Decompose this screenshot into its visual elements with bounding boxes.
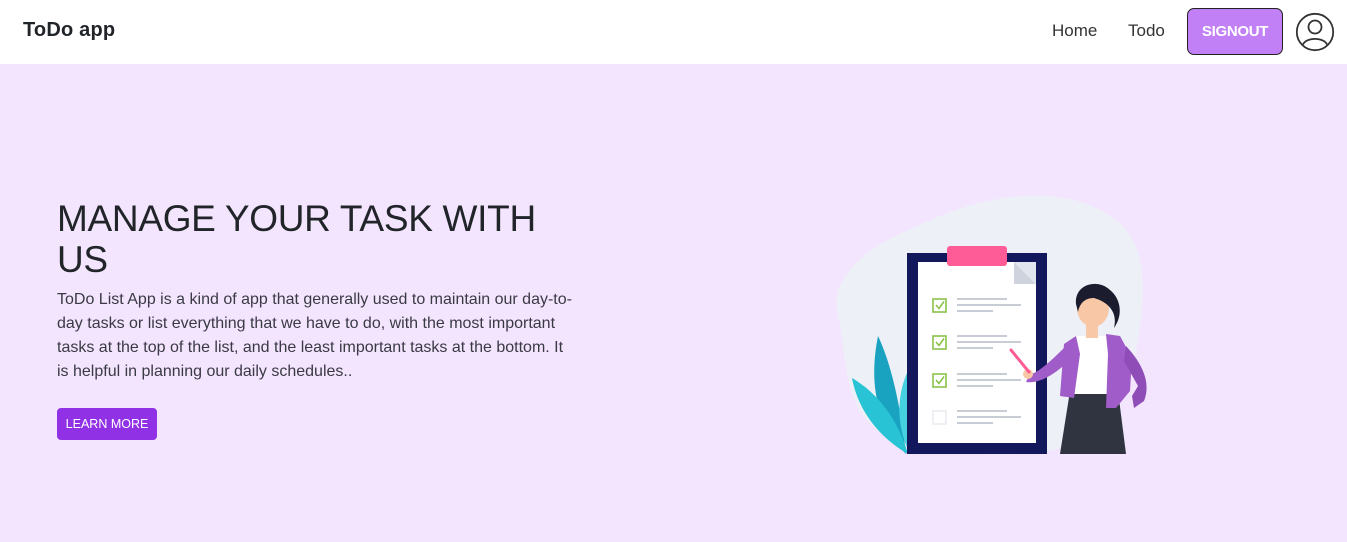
hero-section: MANAGE YOUR TASK WITH US ToDo List App i… <box>0 64 1347 542</box>
woman-with-checklist-illustration <box>836 195 1147 455</box>
clipboard-clip <box>947 246 1007 266</box>
navbar: ToDo app Home Todo SIGNOUT <box>0 0 1347 64</box>
brand-logo[interactable]: ToDo app <box>23 19 115 42</box>
nav-link-todo[interactable]: Todo <box>1128 21 1165 41</box>
hero-title: MANAGE YOUR TASK WITH US <box>57 198 536 280</box>
clipboard-paper <box>918 262 1036 443</box>
signout-button[interactable]: SIGNOUT <box>1187 8 1283 55</box>
nav-link-home[interactable]: Home <box>1052 21 1097 41</box>
hero-description: ToDo List App is a kind of app that gene… <box>57 291 572 380</box>
learn-more-button[interactable]: LEARN MORE <box>57 408 157 440</box>
user-circle-icon[interactable] <box>1295 12 1335 52</box>
